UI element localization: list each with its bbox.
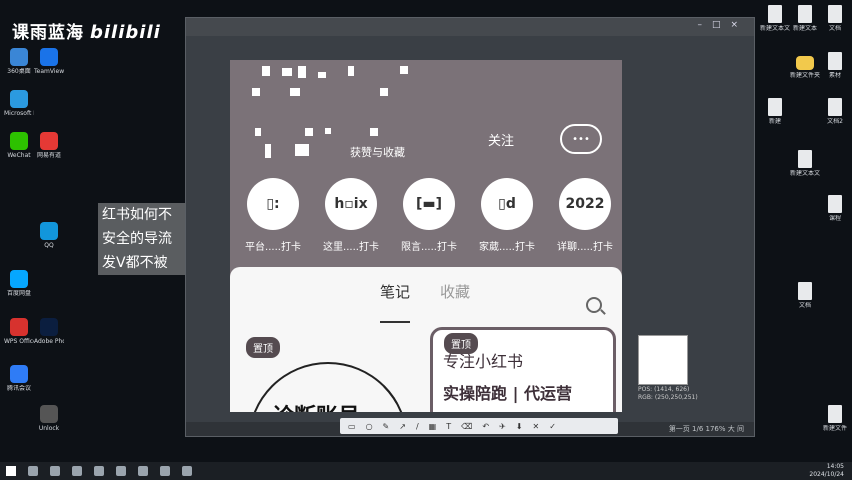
channel-name: 课雨蓝海 (12, 23, 84, 43)
desktop-file-icon[interactable]: 文档 (820, 5, 850, 45)
desktop-icon[interactable]: 百度网盘 (4, 270, 34, 310)
magnifier-preview (638, 335, 688, 385)
desktop-icon[interactable]: WPS Office (4, 318, 34, 358)
taskbar-app-icon[interactable] (182, 466, 192, 476)
desktop-icon[interactable]: WeChat (4, 132, 34, 172)
desktop-icon[interactable]: 360桌面 (4, 48, 34, 88)
start-button-icon[interactable] (6, 466, 16, 476)
window-controls[interactable]: –□× (697, 20, 748, 30)
message-button[interactable]: ••• (560, 124, 602, 154)
caption-line: 红书如何不 (102, 207, 172, 223)
mosaic-icon[interactable]: ▦ (429, 422, 437, 431)
maximize-icon[interactable]: □ (712, 20, 731, 30)
group-avatar: [▬] (403, 178, 455, 230)
desktop-icon[interactable]: Microsoft Edge (4, 90, 34, 130)
tab-collect[interactable]: 收藏 (440, 281, 470, 302)
brush-icon[interactable]: ✎ (383, 422, 390, 431)
taskbar-app-icon[interactable] (50, 466, 60, 476)
search-icon[interactable] (586, 297, 602, 313)
undo-icon[interactable]: ↶ (482, 422, 489, 431)
desktop-file-icon[interactable]: 新建 (760, 98, 790, 138)
desktop-icon[interactable]: Adobe Photoshop (34, 318, 64, 358)
desktop-file-icon[interactable]: 新建文本文档 (790, 150, 820, 190)
group-avatar: h▫ix (325, 178, 377, 230)
follow-button[interactable]: 关注 (488, 130, 514, 149)
magnifier-info: POS: (1414, 626) RGB: (250,250,251) (638, 386, 698, 401)
pin-icon[interactable]: ✈ (499, 422, 506, 431)
taskbar-app-icon[interactable] (116, 466, 126, 476)
taskbar-app-icon[interactable] (160, 466, 170, 476)
desktop-file-icon[interactable]: 课程 (820, 195, 850, 235)
system-clock[interactable]: 14:05 2024/10/24 (809, 463, 844, 479)
save-icon[interactable]: ⬇ (516, 422, 523, 431)
phone-screenshot: 获赞与收藏 关注 ••• ▯: 平台.....打卡 h▫ix 这里.....打卡 [… (230, 60, 622, 412)
taskbar-app-icon[interactable] (138, 466, 148, 476)
note-card-line: 实操陪跑 | 代运营 (443, 384, 572, 403)
desktop-file-icon[interactable]: 素材 (820, 52, 850, 92)
group-avatar: 2022 (559, 178, 611, 230)
pinned-badge: 置顶 (444, 333, 478, 354)
desktop-file-icon[interactable]: 新建文本 (790, 5, 820, 45)
viewer-titlebar[interactable] (186, 18, 754, 36)
caption-line: 安全的导流 (102, 231, 172, 247)
tab-notes[interactable]: 笔记 (380, 281, 410, 302)
taskbar-app-icon[interactable] (94, 466, 104, 476)
group-item[interactable]: 2022 详聊.....打卡 (550, 178, 620, 253)
minimize-icon[interactable]: – (697, 20, 712, 30)
active-tab-indicator (380, 321, 410, 323)
ellipse-icon[interactable]: ○ (366, 422, 373, 431)
screenshot-toolbar: ▭ ○ ✎ ↗ / ▦ T ⌫ ↶ ✈ ⬇ ✕ ✓ (340, 418, 618, 434)
cancel-icon[interactable]: ✕ (533, 422, 540, 431)
likes-collects-label: 获赞与收藏 (350, 146, 405, 159)
pinned-badge: 置顶 (246, 337, 280, 358)
desktop-file-icon[interactable]: 新建文件 (820, 405, 850, 445)
desktop-icon[interactable]: 腾讯会议 (4, 365, 34, 405)
profile-header: 获赞与收藏 关注 ••• ▯: 平台.....打卡 h▫ix 这里.....打卡 [… (230, 60, 622, 275)
notes-panel: 笔记 收藏 置顶 诊断账号 专注小红书 实操陪跑 | 代运营 置顶 (230, 267, 622, 412)
desktop-icon[interactable]: 网易有道 (34, 132, 64, 172)
rectangle-icon[interactable]: ▭ (348, 422, 356, 431)
group-item[interactable]: ▯d 家葳.....打卡 (472, 178, 542, 253)
desktop-icon[interactable]: Unlock (34, 405, 64, 445)
text-icon[interactable]: T (446, 422, 451, 431)
pen-icon[interactable]: / (416, 422, 419, 431)
desktop-file-icon[interactable]: 新建文本文档 (760, 5, 790, 45)
group-avatar: ▯: (247, 178, 299, 230)
desktop-file-icon[interactable]: 文档 (790, 282, 820, 322)
note-card-title: 诊断账号 (272, 399, 360, 412)
search-icon[interactable] (28, 466, 38, 476)
bilibili-logo: bilibili (90, 22, 161, 43)
bilibili-watermark: 课雨蓝海 bilibili (12, 18, 161, 43)
group-item[interactable]: h▫ix 这里.....打卡 (316, 178, 386, 253)
confirm-icon[interactable]: ✓ (549, 422, 556, 431)
desktop-icon[interactable]: TeamViewer (34, 48, 64, 88)
taskbar-app-icon[interactable] (72, 466, 82, 476)
taskbar: 14:05 2024/10/24 (0, 462, 852, 480)
caption-line: 发V都不被 (102, 255, 168, 271)
chat-bubble-icon: ••• (572, 133, 590, 145)
desktop-icon[interactable]: QQ (34, 222, 64, 262)
group-avatar: ▯d (481, 178, 533, 230)
video-caption-overlay: 红书如何不 安全的导流 发V都不被 (98, 203, 186, 275)
group-item[interactable]: [▬] 限言.....打卡 (394, 178, 464, 253)
close-icon[interactable]: × (730, 20, 748, 30)
arrow-icon[interactable]: ↗ (399, 422, 406, 431)
folder-icon[interactable]: 新建文件夹 (790, 52, 820, 92)
eraser-icon[interactable]: ⌫ (461, 422, 472, 431)
desktop-file-icon[interactable]: 文档2 (820, 98, 850, 138)
group-item[interactable]: ▯: 平台.....打卡 (238, 178, 308, 253)
